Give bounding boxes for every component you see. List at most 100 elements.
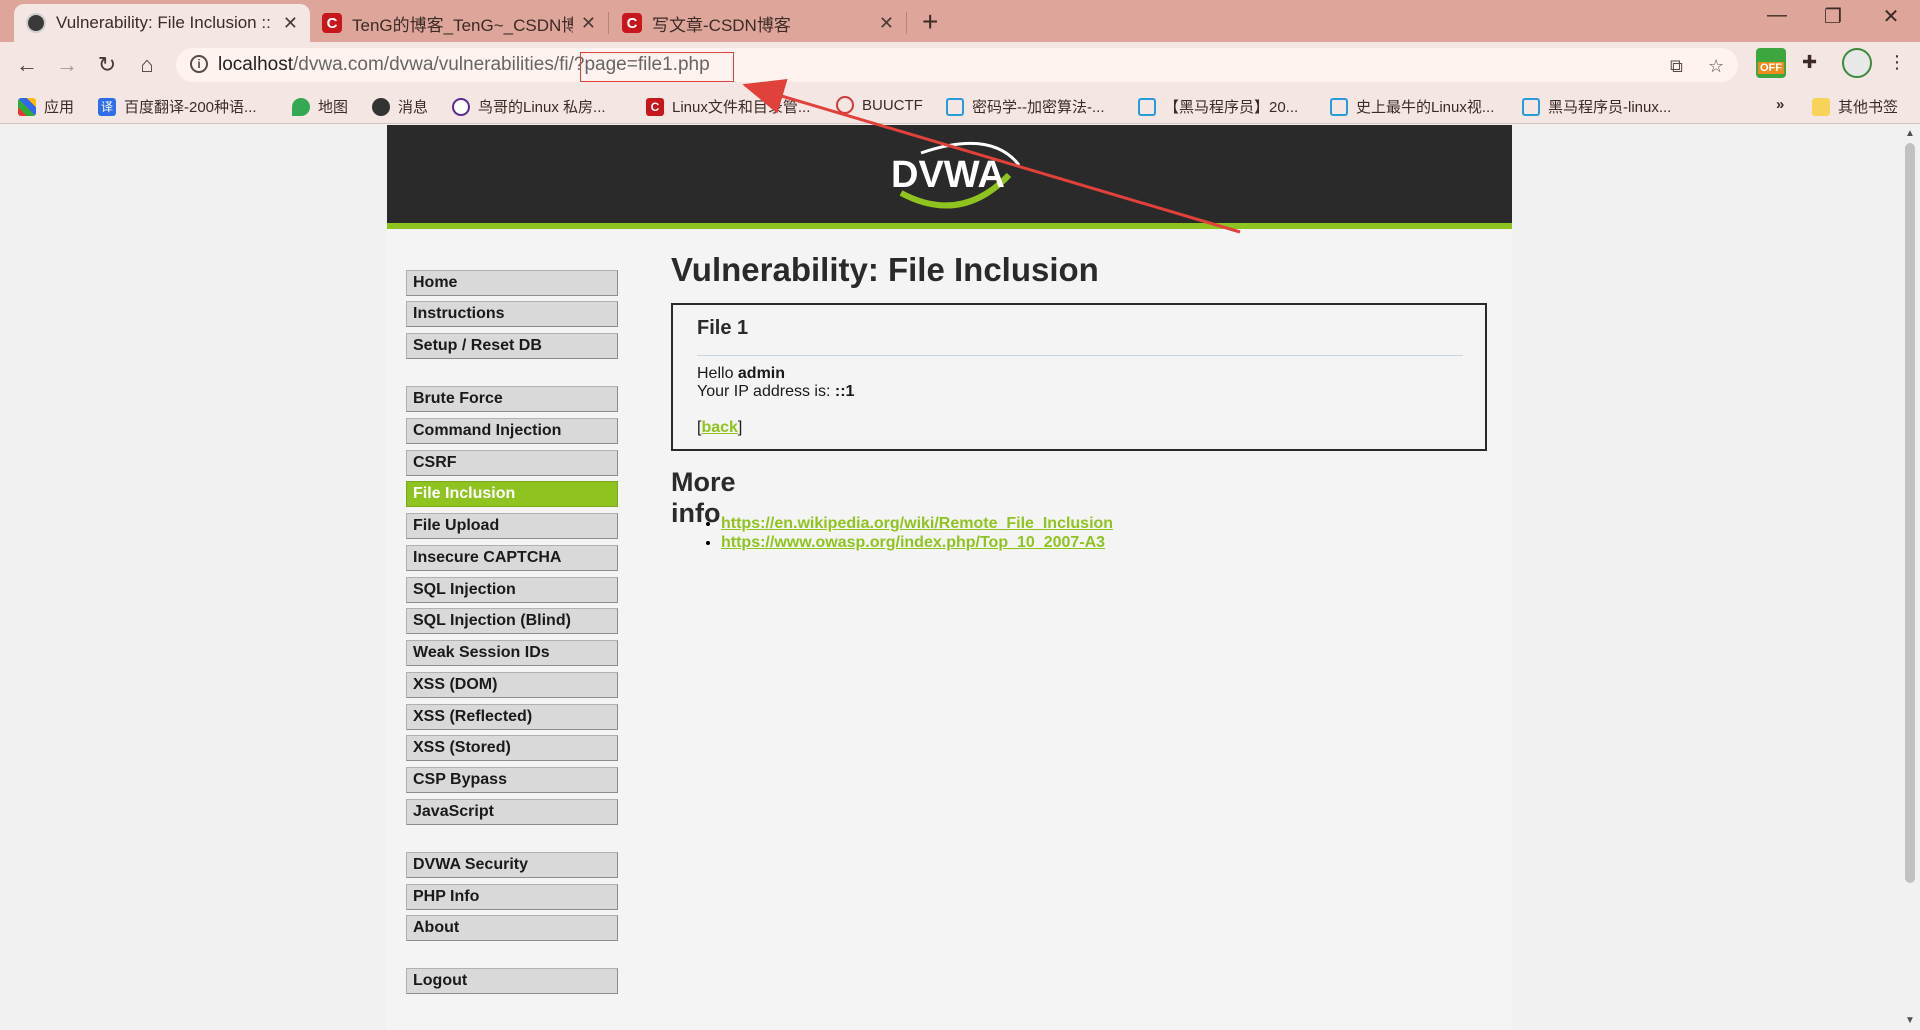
browser-toolbar: ← → ↻ ⌂ i localhost/dvwa.com/dvwa/vulner… [0,42,1920,88]
tab-dvwa[interactable]: Vulnerability: File Inclusion :: D ✕ [14,4,310,42]
ip-line: Your IP address is: ::1 [697,383,854,401]
extension-badge: OFF [1758,62,1784,74]
apps-grid-icon [18,97,36,116]
sidebar-item-logout[interactable]: Logout [406,968,618,994]
reload-icon[interactable]: ↻ [92,50,122,80]
bookmark-label: 鸟哥的Linux 私房... [478,99,606,116]
sidebar-item-file-inclusion[interactable]: File Inclusion [406,481,618,507]
translate-icon[interactable]: ⧉ [1670,56,1683,77]
site-info-icon[interactable]: i [190,55,208,73]
sidebar-item-instructions[interactable]: Instructions [406,301,618,327]
menu-dots-icon[interactable]: ⋮ [1888,52,1906,73]
sidebar-item-dvwa-security[interactable]: DVWA Security [406,852,618,878]
sidebar-item-xss-reflected[interactable]: XSS (Reflected) [406,704,618,730]
sidebar-item-csp-bypass[interactable]: CSP Bypass [406,767,618,793]
window-close-icon[interactable]: ✕ [1866,4,1916,29]
page-viewport: DVWA Home Instructions Setup / Reset DB … [0,125,1900,1030]
username: admin [737,365,786,382]
map-pin-icon [292,97,310,116]
address-bar[interactable]: i localhost/dvwa.com/dvwa/vulnerabilitie… [176,48,1738,82]
minimize-icon[interactable]: — [1752,4,1802,27]
dvwa-header: DVWA [387,125,1512,229]
close-icon[interactable]: ✕ [879,13,894,34]
ip-value: ::1 [834,383,855,400]
translate-icon: 译 [98,97,116,116]
sidebar-item-brute-force[interactable]: Brute Force [406,386,618,412]
bookmark-label: 地图 [318,99,349,116]
bookmark-heima-1[interactable]: 【黑马程序员】20... [1138,96,1298,117]
tab-csdn-blog[interactable]: C TenG的博客_TenG~_CSDN博客 ✕ [310,4,608,42]
bookmark-vbird-linux[interactable]: 鸟哥的Linux 私房... [452,96,606,117]
sidebar-item-xss-dom[interactable]: XSS (DOM) [406,672,618,698]
bookmark-apps[interactable]: 应用 [18,96,74,117]
bookmark-linux-files[interactable]: C Linux文件和目录管... [646,96,810,117]
globe-icon [372,97,390,116]
back-link[interactable]: back [701,419,737,436]
tab-strip: Vulnerability: File Inclusion :: D ✕ C T… [0,0,1920,42]
extension-off-icon[interactable]: OFF [1756,48,1786,78]
sidebar-item-xss-stored[interactable]: XSS (Stored) [406,735,618,761]
bookmark-label: 密码学--加密算法-... [972,99,1105,116]
url-highlight-box [580,52,734,82]
bookmark-label: 其他书签 [1838,99,1899,116]
sidebar-item-weak-session-ids[interactable]: Weak Session IDs [406,640,618,666]
list-item: https://en.wikipedia.org/wiki/Remote_Fil… [721,514,1113,533]
tab-title: Vulnerability: File Inclusion :: D [56,13,275,32]
bookmark-heima-linux[interactable]: 黑马程序员-linux... [1522,96,1671,117]
tab-csdn-write[interactable]: C 写文章-CSDN博客 ✕ [610,4,906,42]
forward-icon[interactable]: → [52,50,82,80]
close-icon[interactable]: ✕ [581,13,596,34]
sidebar-item-about[interactable]: About [406,915,618,941]
logo-text: DVWA [891,154,1005,196]
sidebar-item-php-info[interactable]: PHP Info [406,884,618,910]
other-bookmarks[interactable]: 其他书签 [1812,96,1898,117]
new-tab-icon[interactable]: + [922,6,938,38]
bookmark-label: 【黑马程序员】20... [1164,99,1299,116]
ip-label: Your IP address is: [697,383,835,400]
scroll-up-icon[interactable]: ▲ [1905,128,1915,139]
avatar[interactable] [1842,48,1872,78]
sidebar-item-csrf[interactable]: CSRF [406,450,618,476]
puzzle-icon[interactable]: ✚ [1802,52,1817,73]
back-icon[interactable]: ← [12,50,42,80]
bookmark-messages[interactable]: 消息 [372,96,428,117]
list-item: https://www.owasp.org/index.php/Top_10_2… [721,533,1113,552]
bookmark-crypto[interactable]: 密码学--加密算法-... [946,96,1105,117]
bookmark-label: BUUCTF [862,96,923,114]
sidebar-item-sql-injection[interactable]: SQL Injection [406,577,618,603]
url-path: /dvwa.com/dvwa/vulnerabilities/fi/ [293,54,574,75]
dvwa-icon [26,13,46,33]
divider [697,355,1463,356]
bilibili-icon [946,97,964,116]
wikipedia-link[interactable]: https://en.wikipedia.org/wiki/Remote_Fil… [721,515,1113,532]
bookmark-baidu-translate[interactable]: 译百度翻译-200种语... [98,96,257,117]
bookmark-map[interactable]: 地图 [292,96,348,117]
page-scrollbar[interactable]: ▲ ▼ [1900,125,1920,1030]
close-icon[interactable]: ✕ [283,13,298,34]
bookmark-label: 应用 [44,99,75,116]
star-icon[interactable]: ☆ [1708,56,1724,77]
sidebar-item-home[interactable]: Home [406,270,618,296]
csdn-icon: C [322,13,342,33]
bookmark-label: 史上最牛的Linux视... [1356,99,1495,116]
sidebar-item-javascript[interactable]: JavaScript [406,799,618,825]
sidebar-item-sql-injection-blind[interactable]: SQL Injection (Blind) [406,608,618,634]
bookmark-linux-video[interactable]: 史上最牛的Linux视... [1330,96,1494,117]
scroll-down-icon[interactable]: ▼ [1905,1015,1915,1026]
sidebar-item-setup[interactable]: Setup / Reset DB [406,333,618,359]
bookmark-label: 百度翻译-200种语... [124,99,257,116]
more-bookmarks-button[interactable]: » [1776,96,1784,113]
bilibili-icon [1330,97,1348,116]
sidebar-item-file-upload[interactable]: File Upload [406,513,618,539]
sidebar-item-command-injection[interactable]: Command Injection [406,418,618,444]
url-host: localhost [218,54,293,75]
bookmark-buuctf[interactable]: BUUCTF [836,96,923,114]
restore-icon[interactable]: ❐ [1808,4,1858,29]
back-line: [back] [697,419,742,437]
sidebar-item-insecure-captcha[interactable]: Insecure CAPTCHA [406,545,618,571]
owasp-link[interactable]: https://www.owasp.org/index.php/Top_10_2… [721,534,1105,551]
dvwa-container: DVWA Home Instructions Setup / Reset DB … [387,125,1512,1030]
scroll-thumb[interactable] [1905,143,1915,883]
home-icon[interactable]: ⌂ [132,50,162,80]
csdn-icon: C [646,97,664,116]
